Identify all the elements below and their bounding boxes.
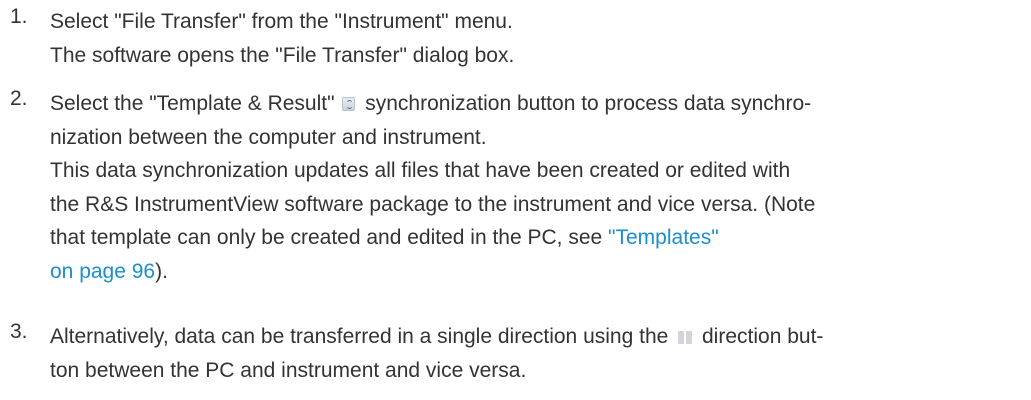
direction-icon bbox=[678, 331, 693, 344]
page-reference-link[interactable]: on page 96 bbox=[50, 260, 155, 283]
step-body: Select the "Template & Result" synchroni… bbox=[50, 87, 1031, 289]
step-text-segment: ). bbox=[155, 259, 168, 283]
step-body: Alternatively, data can be transferred i… bbox=[50, 320, 1031, 387]
step-body: Select "File Transfer" from the "Instrum… bbox=[50, 5, 1031, 72]
step-text-segment: that template can only be created and ed… bbox=[50, 226, 603, 250]
sync-icon bbox=[342, 97, 356, 111]
step-text-line: on page 96). bbox=[50, 255, 1031, 289]
step-result-line: The software opens the "File Transfer" d… bbox=[50, 43, 515, 67]
step-text-line: the R&S InstrumentView software package … bbox=[50, 192, 816, 216]
templates-link[interactable]: "Templates" bbox=[608, 226, 719, 249]
step-text-segment: direction but- bbox=[702, 325, 824, 348]
step-text-segment: synchronization button to process data s… bbox=[365, 92, 812, 115]
step-text-segment: Alternatively, data can be transferred i… bbox=[50, 325, 669, 348]
step-number: 2. bbox=[10, 87, 28, 110]
step-text-line: that template can only be created and ed… bbox=[50, 221, 1031, 255]
step-number: 1. bbox=[10, 5, 28, 28]
step-text-line: ton between the PC and instrument and vi… bbox=[50, 358, 527, 382]
step-text-line: nization between the computer and instru… bbox=[50, 125, 487, 149]
step-number: 3. bbox=[10, 320, 28, 343]
step-text-line: This data synchronization updates all fi… bbox=[50, 159, 791, 183]
step-text-line: Select the "Template & Result" synchroni… bbox=[50, 87, 1031, 121]
step-text-line: Alternatively, data can be transferred i… bbox=[50, 320, 1031, 354]
step-text-segment: Select the "Template & Result" bbox=[50, 92, 335, 115]
step-text-line: Select "File Transfer" from the "Instrum… bbox=[50, 10, 513, 33]
